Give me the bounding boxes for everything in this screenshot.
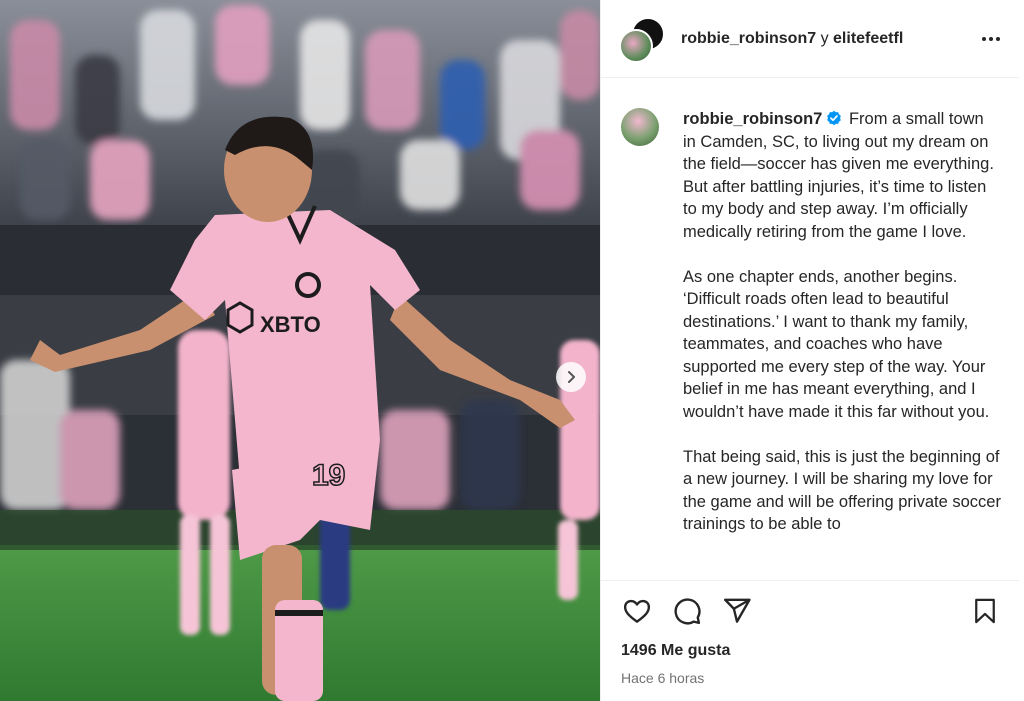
- caption-paragraph-2: As one chapter ends, another begins. ‘Di…: [683, 267, 990, 421]
- post-header: robbie_robinson7 y elitefeetfl: [601, 0, 1019, 78]
- post-media[interactable]: XBTO 19: [0, 0, 600, 701]
- username-separator: y: [820, 29, 829, 47]
- post-timestamp[interactable]: Hace 6 horas: [601, 670, 1019, 686]
- like-button[interactable]: [621, 595, 653, 627]
- instagram-post: XBTO 19 robbie_robinson7 y elitefeetfl r…: [0, 0, 1024, 701]
- shirt-number: 19: [312, 459, 345, 492]
- username-link-2[interactable]: elitefeetfl: [833, 30, 903, 47]
- username-link-1[interactable]: robbie_robinson7: [681, 30, 816, 47]
- more-horizontal-icon: [982, 36, 1000, 41]
- post-side-panel: robbie_robinson7 y elitefeetfl robbie_ro…: [600, 0, 1019, 701]
- caption-text: robbie_robinson7 From a small town in Ca…: [683, 108, 1001, 580]
- chevron-right-icon: [568, 371, 575, 383]
- paper-plane-icon: [723, 598, 751, 623]
- heart-icon: [623, 599, 651, 623]
- bookmark-icon: [975, 598, 995, 623]
- avatar-robbie-robinson7[interactable]: [619, 28, 653, 63]
- more-options-button[interactable]: [977, 25, 1005, 53]
- sponsor-text: XBTO: [260, 312, 321, 337]
- save-button[interactable]: [969, 595, 1001, 627]
- likes-count[interactable]: 1496 Me gusta: [601, 642, 1019, 660]
- share-button[interactable]: [721, 595, 753, 627]
- comment-button[interactable]: [671, 595, 703, 627]
- collab-usernames: robbie_robinson7 y elitefeetfl: [681, 30, 977, 48]
- comment-icon: [674, 597, 701, 624]
- post-photo: XBTO 19: [0, 0, 600, 701]
- action-bar: [601, 580, 1019, 640]
- caption-username[interactable]: robbie_robinson7: [683, 110, 822, 128]
- caption-area: robbie_robinson7 From a small town in Ca…: [601, 78, 1019, 580]
- collab-avatars[interactable]: [619, 16, 665, 63]
- carousel-next-button[interactable]: [556, 362, 586, 392]
- caption-paragraph-1: From a small town in Camden, SC, to livi…: [683, 110, 994, 241]
- caption-paragraph-3: That being said, this is just the beginn…: [683, 447, 1001, 534]
- caption-avatar[interactable]: [621, 108, 659, 146]
- verified-badge-icon: [827, 110, 842, 126]
